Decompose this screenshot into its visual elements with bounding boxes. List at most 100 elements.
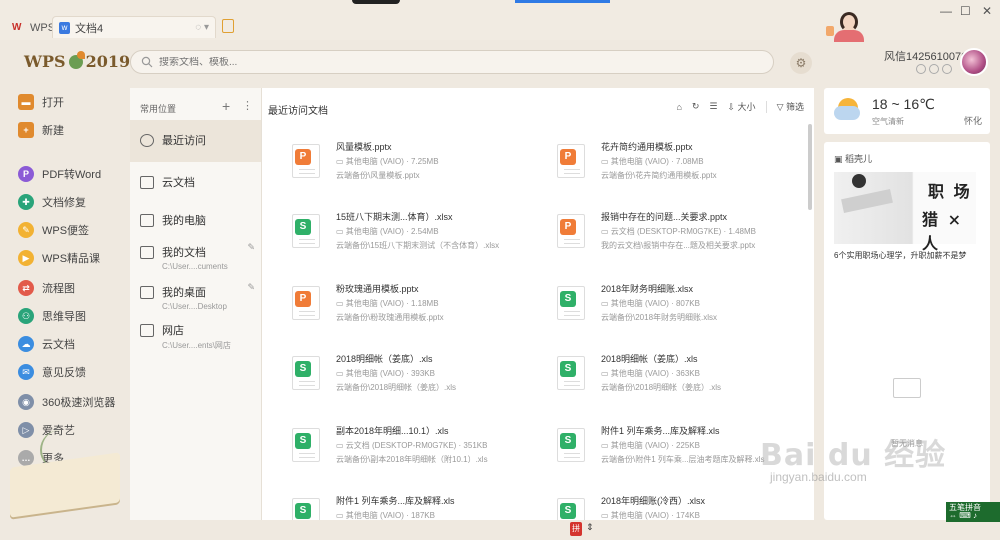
scrollbar[interactable] bbox=[808, 124, 812, 210]
news-caption[interactable]: 6个实用职场心理学，升职加薪不是梦 bbox=[834, 250, 966, 261]
sidebar-item[interactable]: P PDF转Word bbox=[18, 164, 101, 184]
username[interactable]: 风信1425610076 bbox=[884, 48, 967, 64]
more-options-icon[interactable]: ⋮ bbox=[242, 99, 253, 112]
sidebar-item[interactable]: ✉ 意见反馈 bbox=[18, 362, 86, 382]
sidebar-item-label: 思维导图 bbox=[42, 311, 86, 323]
device-icon: ▭ bbox=[336, 369, 346, 378]
file-meta-row: ▭ 其他电脑 (VAIO) · 2.54MB bbox=[336, 226, 439, 237]
pin-icon[interactable]: ✎ bbox=[247, 242, 255, 253]
file-item[interactable]: S 2018明细帐（姜底）.xls ▭ 其他电脑 (VAIO) · 363KB 云端备… bbox=[557, 352, 807, 406]
sidebar-item[interactable]: ☁ 云文档 bbox=[18, 334, 75, 354]
view-list-icon[interactable]: ☰ bbox=[709, 101, 717, 112]
file-item[interactable]: S 2018明细帐（姜底）.xls ▭ 其他电脑 (VAIO) · 393KB 云端备… bbox=[292, 352, 542, 406]
news-image[interactable]: 职 场 猎 × 人 bbox=[834, 172, 976, 253]
search-bar[interactable] bbox=[130, 50, 774, 74]
close-button[interactable]: ✕ bbox=[982, 4, 992, 18]
sidebar-item[interactable]: ▶ WPS精品课 bbox=[18, 248, 100, 268]
file-item[interactable]: S 2018年明细账(冷西）.xlsx ▭ 其他电脑 (VAIO) · 174KB bbox=[557, 494, 807, 532]
new-tab-button[interactable] bbox=[222, 19, 234, 33]
filter-button[interactable]: ▽ 筛选 bbox=[777, 100, 804, 113]
device-icon: ▭ bbox=[601, 369, 611, 378]
decoration-progress bbox=[515, 0, 610, 3]
ime-indicator[interactable]: 五笔拼音 ⇔ ⌨ ♪ bbox=[946, 502, 1000, 522]
file-meta-row: ▭ 其他电脑 (VAIO) · 225KB bbox=[601, 440, 700, 451]
spreadsheet-file-icon: S bbox=[292, 428, 320, 462]
file-meta: 云文档 (DESKTOP-RM0G7KE) · 351KB bbox=[345, 441, 488, 450]
device-icon: ▭ bbox=[601, 441, 611, 450]
location-title: 最近访问 bbox=[162, 135, 206, 147]
file-meta: 其他电脑 (VAIO) · 2.54MB bbox=[345, 227, 439, 236]
search-icon bbox=[141, 56, 153, 68]
sidebar-item[interactable]: ✎ WPS便签 bbox=[18, 220, 89, 240]
sidebar-item[interactable]: ⇄ 流程图 bbox=[18, 278, 75, 298]
file-item[interactable]: P 报销中存在的问题...关要求.pptx ▭ 云文档 (DESKTOP-RM0G7… bbox=[557, 210, 807, 264]
location-item[interactable]: 我的电脑 bbox=[130, 200, 261, 238]
spreadsheet-file-icon: S bbox=[557, 286, 585, 320]
clear-icon[interactable]: ⌂ bbox=[676, 102, 681, 112]
file-item[interactable]: P 花卉简约通用模板.pptx ▭ 其他电脑 (VAIO) · 7.08MB 云端备份… bbox=[557, 140, 807, 194]
device-icon: ▭ bbox=[336, 157, 346, 166]
recent-documents-panel: 最近访问文档 ⌂ ↻ ☰ ⇩ 大小 ▽ 筛选 P 风量模板.pptx ▭ 其他电脑 … bbox=[262, 88, 814, 532]
file-name: 2018年财务明细账.xlsx bbox=[601, 284, 694, 294]
file-name: 2018明细帐（姜底）.xls bbox=[336, 354, 433, 364]
location-item[interactable]: 网店 C:\User....ents\网店 bbox=[130, 318, 261, 358]
file-item[interactable]: S 2018年财务明细账.xlsx ▭ 其他电脑 (VAIO) · 807KB 云端备… bbox=[557, 282, 807, 336]
sidebar-item[interactable]: ✚ 文档修复 bbox=[18, 192, 86, 212]
file-meta: 其他电脑 (VAIO) · 174KB bbox=[610, 511, 700, 520]
settings-gear-icon[interactable]: ⚙ bbox=[790, 52, 812, 74]
taskbar-arrow-icon[interactable]: ⇕ bbox=[586, 522, 594, 533]
avatar[interactable] bbox=[960, 48, 988, 76]
location-path: C:\User....Desktop bbox=[162, 302, 227, 311]
news-source: 稻壳儿 bbox=[845, 154, 873, 164]
file-meta: 其他电脑 (VAIO) · 363KB bbox=[610, 369, 700, 378]
folder-icon: ▬ bbox=[18, 94, 34, 110]
file-path: 云端备份\2018明细帐（姜底）.xls bbox=[336, 383, 457, 392]
file-path: 云端备份\风量模板.pptx bbox=[336, 171, 420, 180]
folder-icon bbox=[140, 214, 154, 227]
file-item[interactable]: S 附件1 列车乘务...库及解释.xls ▭ 其他电脑 (VAIO) · 187K… bbox=[292, 494, 542, 532]
file-name: 粉玫瑰通用模板.pptx bbox=[336, 284, 419, 294]
tab-options-icon[interactable]: ◌ ▾ bbox=[195, 22, 209, 33]
sidebar-item[interactable]: ▬ 打开 bbox=[18, 92, 64, 112]
maximize-button[interactable]: ☐ bbox=[960, 4, 971, 18]
sidebar-item[interactable]: ⚇ 思维导图 bbox=[18, 306, 86, 326]
file-path: 云端备份\附件1 列车乘...层油考题库及解释.xls bbox=[601, 455, 765, 464]
brand-name: WPS bbox=[24, 52, 66, 71]
location-item[interactable]: 最近访问 bbox=[130, 120, 261, 162]
course-icon: ▶ bbox=[18, 250, 34, 266]
file-name: 花卉简约通用模板.pptx bbox=[601, 142, 693, 152]
location-item[interactable]: ✎ 我的文档 C:\User....cuments bbox=[130, 240, 261, 278]
device-icon: ▭ bbox=[601, 227, 611, 236]
location-title: 网店 bbox=[162, 325, 184, 337]
weather-widget[interactable]: 18 ~ 16℃ 空气清新 怀化 bbox=[824, 88, 990, 134]
file-item[interactable]: S 副本2018年明细...10.1）.xls ▭ 云文档 (DESKTOP-RM0… bbox=[292, 424, 542, 478]
location-path: C:\User....cuments bbox=[162, 262, 228, 271]
book-illustration bbox=[0, 430, 128, 520]
location-item[interactable]: ✎ 我的桌面 C:\User....Desktop bbox=[130, 280, 261, 318]
location-item[interactable]: 云文档 bbox=[130, 162, 261, 200]
file-meta: 其他电脑 (VAIO) · 807KB bbox=[610, 299, 700, 308]
file-meta-row: ▭ 云文档 (DESKTOP-RM0G7KE) · 1.48MB bbox=[601, 226, 756, 237]
file-item[interactable]: P 粉玫瑰通用模板.pptx ▭ 其他电脑 (VAIO) · 1.18MB 云端备份\… bbox=[292, 282, 542, 336]
pin-icon[interactable]: ✎ bbox=[247, 282, 255, 293]
sidebar-item-label: 360极速浏览器 bbox=[42, 397, 116, 409]
taskbar-app-icon[interactable]: 拼 bbox=[570, 522, 582, 536]
file-meta: 云文档 (DESKTOP-RM0G7KE) · 1.48MB bbox=[610, 227, 756, 236]
minimize-button[interactable]: — bbox=[940, 4, 952, 18]
tab-document[interactable]: w 文档4 ◌ ▾ bbox=[52, 16, 216, 38]
ime-icons: ⇔ ⌨ ♪ bbox=[949, 511, 977, 520]
spreadsheet-file-icon: S bbox=[557, 356, 585, 390]
sidebar-item[interactable]: ◉ 360极速浏览器 bbox=[18, 392, 115, 412]
weather-city: 怀化 bbox=[963, 116, 982, 126]
toolbar-divider bbox=[765, 100, 767, 113]
search-input[interactable] bbox=[159, 56, 739, 68]
file-meta-row: ▭ 其他电脑 (VAIO) · 393KB bbox=[336, 368, 435, 379]
sidebar-item[interactable]: + 新建 bbox=[18, 120, 64, 140]
refresh-icon[interactable]: ↻ bbox=[692, 101, 700, 112]
file-item[interactable]: P 风量模板.pptx ▭ 其他电脑 (VAIO) · 7.25MB 云端备份\风量模… bbox=[292, 140, 542, 194]
flowchart-icon: ⇄ bbox=[18, 280, 34, 296]
add-location-icon[interactable]: + bbox=[222, 98, 230, 114]
location-title: 我的电脑 bbox=[162, 215, 206, 227]
sort-size-button[interactable]: ⇩ 大小 bbox=[728, 100, 756, 113]
file-item[interactable]: S 15班八下期末测...体育）.xlsx ▭ 其他电脑 (VAIO) · 2.54… bbox=[292, 210, 542, 264]
